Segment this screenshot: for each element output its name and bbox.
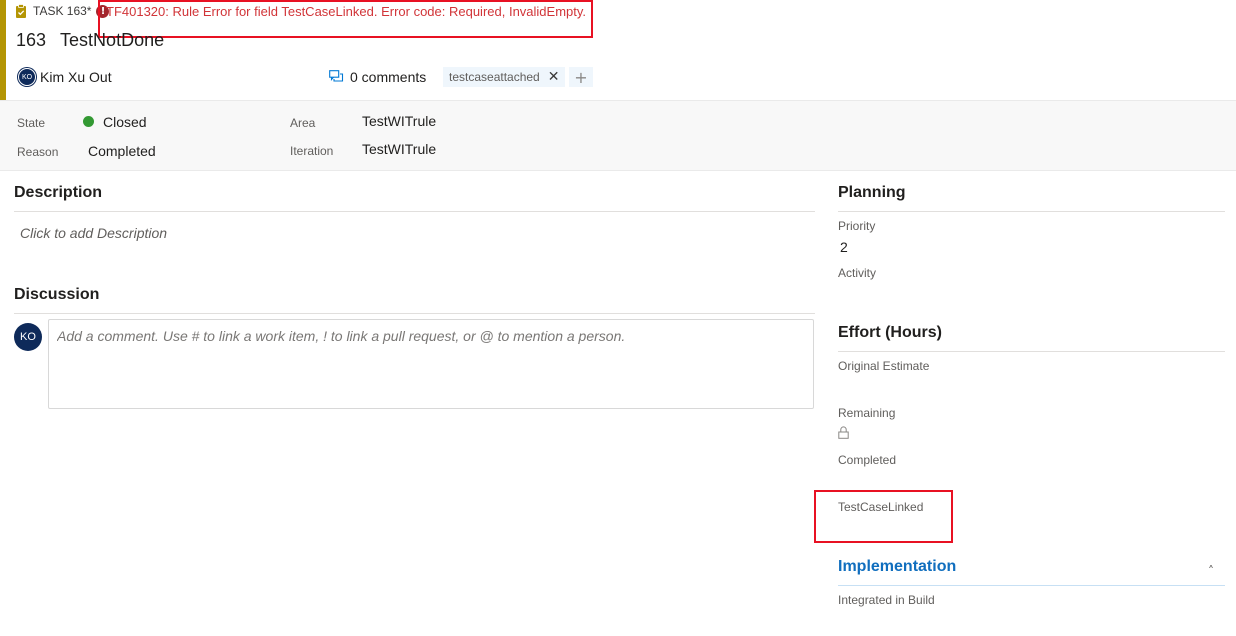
original-estimate-label: Original Estimate [838,359,930,373]
work-item-title-text[interactable]: TestNotDone [60,30,164,50]
comment-input[interactable] [57,328,805,400]
effort-heading: Effort (Hours) [838,324,942,341]
integrated-in-build-label: Integrated in Build [838,593,935,607]
add-tag-button[interactable]: + [569,67,593,87]
description-heading: Description [14,184,103,201]
iteration-label: Iteration [290,144,334,158]
plus-icon: + [574,67,588,87]
reason-label: Reason [17,145,59,159]
close-icon[interactable]: ✕ [548,69,560,85]
work-item-type-color-bar [0,0,6,100]
lock-icon [838,426,849,439]
work-item-type-row: TASK 163* ! [15,3,110,19]
test-case-linked-highlight-box [814,490,953,543]
work-item-id: 163 [16,30,47,50]
work-item-type-label: TASK 163* [33,4,92,18]
priority-label: Priority [838,219,876,233]
state-label: State [17,116,46,130]
assigned-to-control[interactable]: KO Kim Xu Out [18,68,112,86]
error-highlight-box [98,0,593,38]
tag-label: testcaseattached [449,70,540,84]
reason-dropdown[interactable]: Completed [88,143,156,159]
state-dropdown[interactable]: Closed [103,114,147,130]
planning-heading: Planning [838,184,906,201]
work-item-fields-band [0,100,1236,171]
priority-field[interactable]: 2 [840,239,848,255]
assignee-name[interactable]: Kim Xu Out [40,69,112,85]
effort-divider [838,351,1225,352]
work-item-header: TASK 163* ! TF401320: Rule Error for fie… [0,0,1236,100]
implementation-heading[interactable]: Implementation [838,558,956,576]
area-path-field[interactable]: TestWITrule [362,113,436,129]
current-user-avatar: KO [14,323,42,351]
comment-editor[interactable] [48,319,814,409]
state-indicator-dot [83,116,94,127]
comments-count[interactable]: 0 comments [350,69,426,85]
assignee-avatar: KO [18,68,36,86]
iteration-path-field[interactable]: TestWITrule [362,141,436,157]
description-divider [14,211,815,212]
clipboard-icon [15,4,27,18]
chevron-up-icon[interactable]: ˄ [1208,564,1214,578]
work-item-title[interactable]: 163 TestNotDone [16,30,164,51]
discussion-divider [14,313,815,314]
tag-chip[interactable]: testcaseattached ✕ [443,67,566,87]
implementation-divider [838,585,1225,586]
comments-link[interactable]: 0 comments [329,69,426,85]
area-label: Area [290,116,316,130]
completed-label: Completed [838,453,897,467]
planning-divider [838,211,1225,212]
remaining-label: Remaining [838,406,896,420]
description-editor[interactable]: Click to add Description [20,225,167,241]
activity-label: Activity [838,266,877,280]
comments-icon [329,70,344,84]
discussion-heading: Discussion [14,286,100,303]
